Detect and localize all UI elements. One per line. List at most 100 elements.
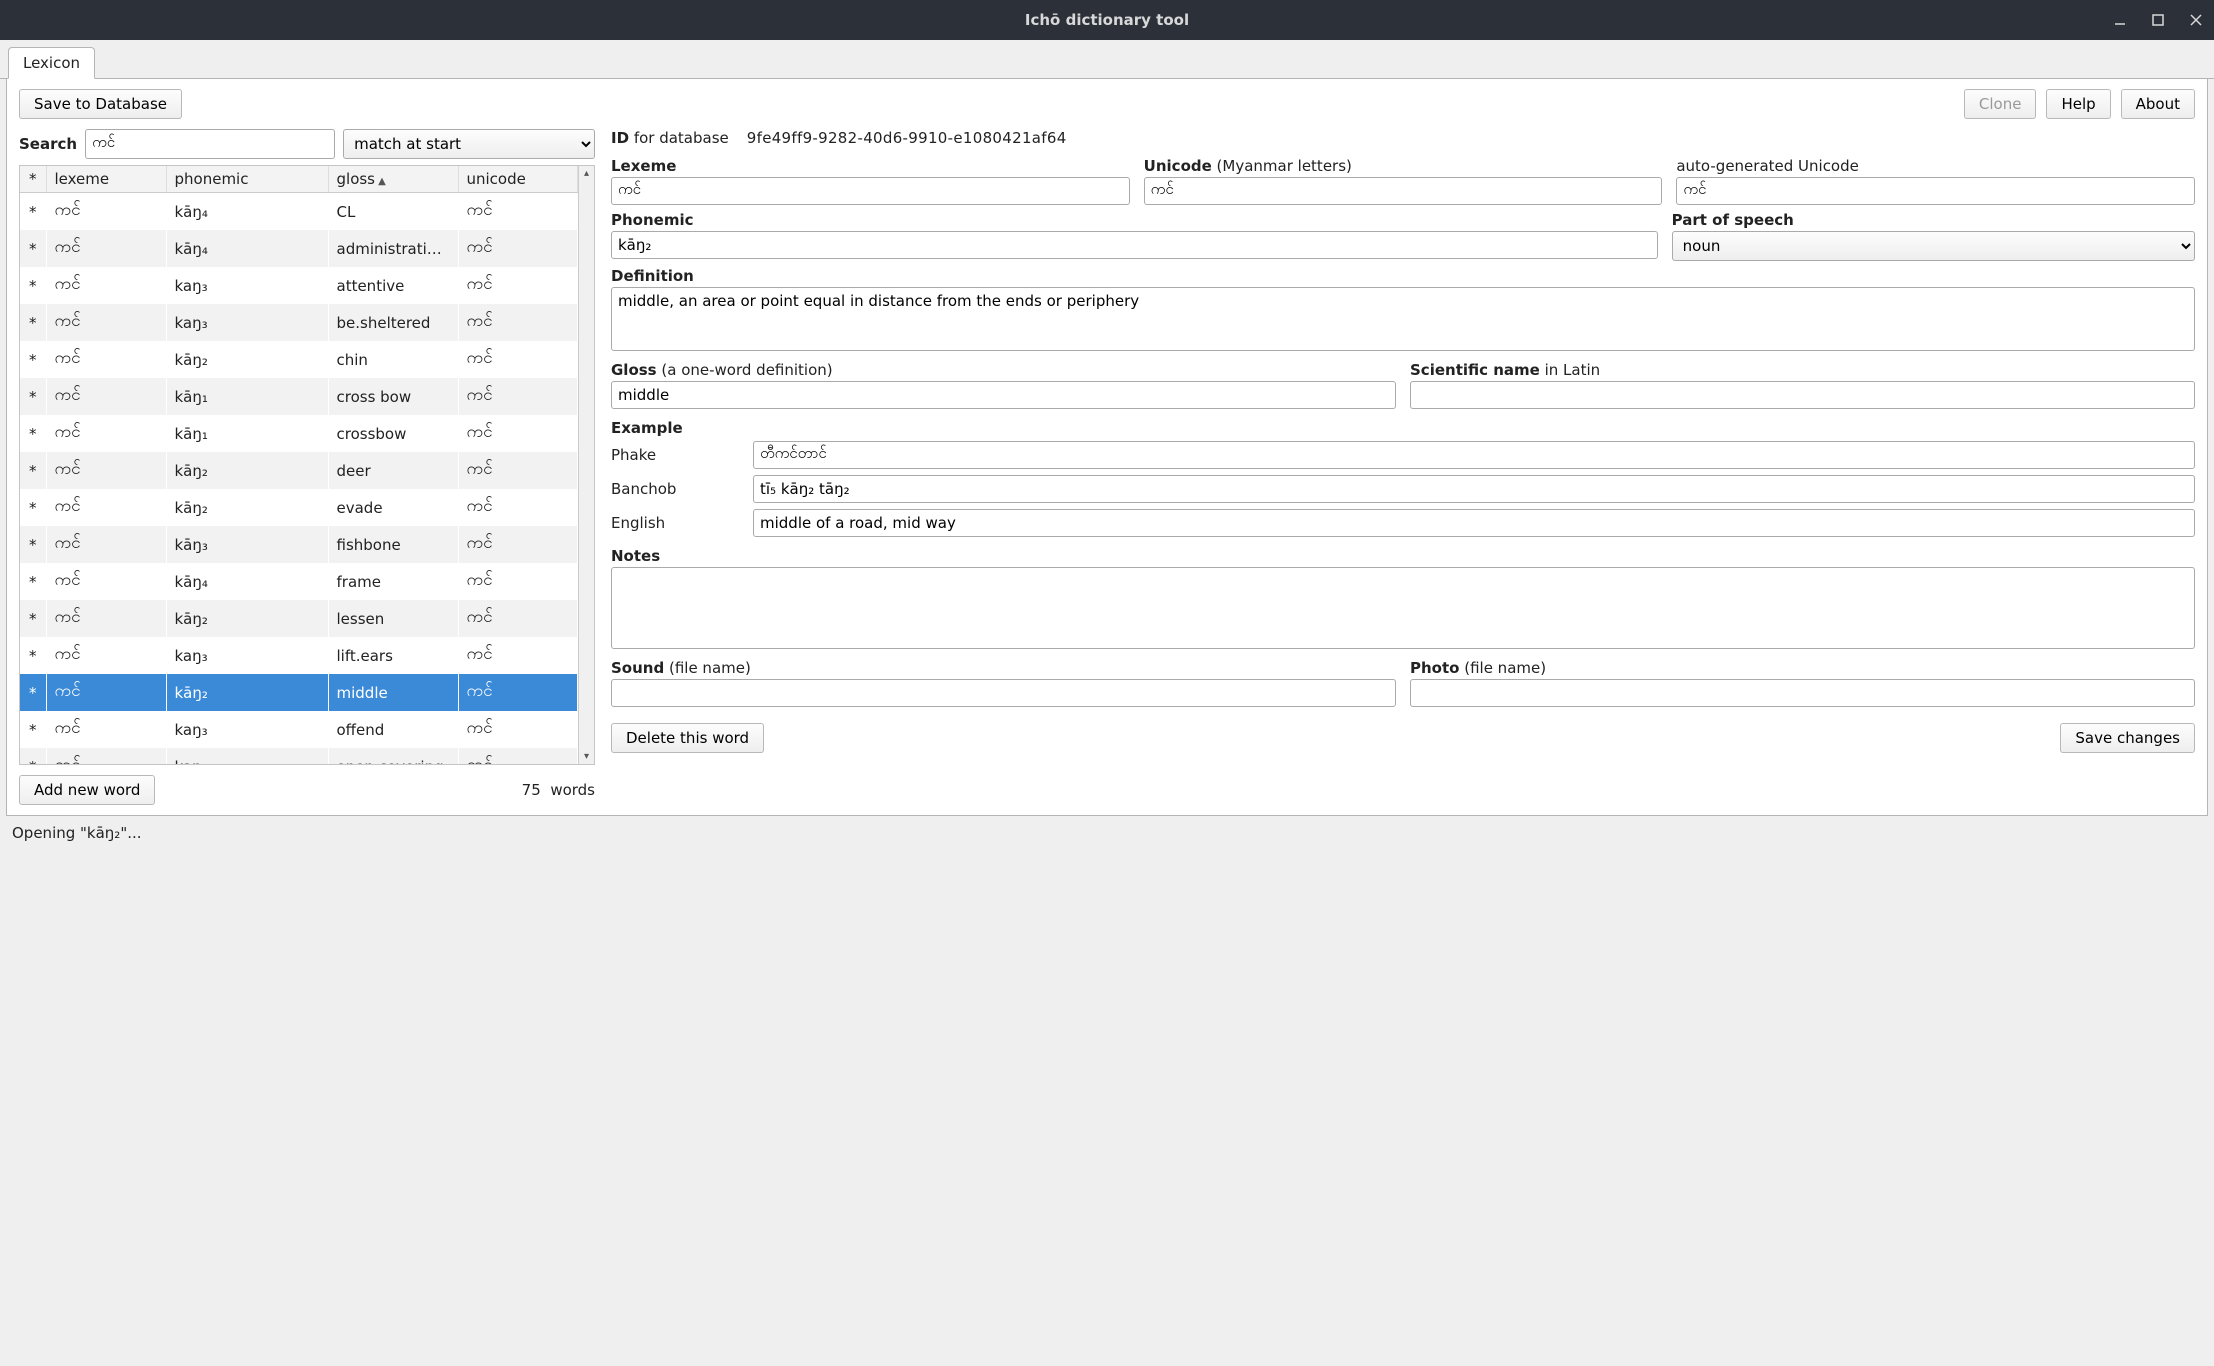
- table-row[interactable]: *ကင်kāŋ₁crossbowကင်: [20, 415, 578, 452]
- cell: ကင်: [46, 452, 166, 489]
- cell: *: [20, 600, 46, 637]
- table-row[interactable]: *ကင်kaŋ₃be.shelteredကင်: [20, 304, 578, 341]
- col-star[interactable]: *: [20, 166, 46, 193]
- minimize-icon[interactable]: [2112, 12, 2128, 28]
- sound-input[interactable]: [611, 679, 1396, 707]
- unicode-label: Unicode (Myanmar letters): [1144, 157, 1663, 175]
- cell: fishbone: [328, 526, 458, 563]
- close-icon[interactable]: [2188, 12, 2204, 28]
- table-row[interactable]: *ကင်kāŋ₃fishboneကင်: [20, 526, 578, 563]
- col-phonemic[interactable]: phonemic: [166, 166, 328, 193]
- table-header-row: * lexeme phonemic gloss unicode: [20, 166, 578, 193]
- results-table: * lexeme phonemic gloss unicode *ကင်kāŋ₄…: [19, 165, 595, 765]
- cell: kaŋ₃: [166, 711, 328, 748]
- col-unicode[interactable]: unicode: [458, 166, 578, 193]
- pos-select[interactable]: noun: [1672, 231, 2195, 261]
- sci-name-input[interactable]: [1410, 381, 2195, 409]
- cell: kāŋ₂: [166, 489, 328, 526]
- cell: *: [20, 341, 46, 378]
- match-mode-select[interactable]: match at start: [343, 129, 595, 159]
- cell: CL: [328, 193, 458, 231]
- table-row[interactable]: *ကင်kāŋ₄CLကင်: [20, 193, 578, 231]
- cell: administrativ…: [328, 230, 458, 267]
- cell: ကင်: [46, 193, 166, 231]
- cell: ကင်: [458, 415, 578, 452]
- content-panel: Save to Database Clone Help About Search…: [6, 78, 2208, 816]
- cell: *: [20, 563, 46, 600]
- cell: ကင်: [46, 600, 166, 637]
- cell: kāŋ₄: [166, 563, 328, 600]
- statusbar: Opening "kāŋ₂"...: [0, 816, 2214, 850]
- col-gloss[interactable]: gloss: [328, 166, 458, 193]
- example-label: Example: [611, 419, 2195, 437]
- delete-word-button[interactable]: Delete this word: [611, 723, 764, 753]
- window-title: Ichō dictionary tool: [1025, 11, 1189, 29]
- cell: ကင်: [46, 748, 166, 764]
- table-row[interactable]: *ကင်kaŋ₃attentiveကင်: [20, 267, 578, 304]
- cell: *: [20, 378, 46, 415]
- photo-input[interactable]: [1410, 679, 2195, 707]
- col-lexeme[interactable]: lexeme: [46, 166, 166, 193]
- about-button[interactable]: About: [2121, 89, 2195, 119]
- unicode-input[interactable]: [1144, 177, 1663, 205]
- table-row[interactable]: *ကင်kaŋ₃open.coveringကင်: [20, 748, 578, 764]
- cell: kaŋ₃: [166, 637, 328, 674]
- help-button[interactable]: Help: [2046, 89, 2110, 119]
- photo-label: Photo (file name): [1410, 659, 2195, 677]
- cell: deer: [328, 452, 458, 489]
- example-banchob-input[interactable]: [753, 475, 2195, 503]
- maximize-icon[interactable]: [2150, 12, 2166, 28]
- table-scrollbar[interactable]: ▴ ▾: [578, 166, 594, 764]
- cell: ကင်: [46, 341, 166, 378]
- example-phake-input[interactable]: [753, 441, 2195, 469]
- word-count: 75 words: [522, 781, 595, 799]
- table-row[interactable]: *ကင်kāŋ₂chinကင်: [20, 341, 578, 378]
- cell: *: [20, 304, 46, 341]
- cell: *: [20, 489, 46, 526]
- table-row[interactable]: *ကင်kāŋ₄frameကင်: [20, 563, 578, 600]
- cell: middle: [328, 674, 458, 711]
- clone-button[interactable]: Clone: [1964, 89, 2037, 119]
- table-row[interactable]: *ကင်kāŋ₂deerကင်: [20, 452, 578, 489]
- phonemic-input[interactable]: [611, 231, 1658, 259]
- example-banchob-label: Banchob: [611, 480, 741, 498]
- notes-label: Notes: [611, 547, 2195, 565]
- add-new-word-button[interactable]: Add new word: [19, 775, 155, 805]
- scroll-down-icon[interactable]: ▾: [582, 749, 591, 764]
- scroll-up-icon[interactable]: ▴: [582, 166, 591, 181]
- table-row[interactable]: *ကင်kāŋ₄administrativ…ကင်: [20, 230, 578, 267]
- search-input[interactable]: [85, 129, 335, 159]
- tab-lexicon[interactable]: Lexicon: [8, 47, 95, 79]
- cell: ကင်: [458, 341, 578, 378]
- autogen-label: auto-generated Unicode: [1676, 157, 2195, 175]
- gloss-input[interactable]: [611, 381, 1396, 409]
- table-row[interactable]: *ကင်kāŋ₂middleကင်: [20, 674, 578, 711]
- notes-input[interactable]: [611, 567, 2195, 649]
- cell: ကင်: [46, 563, 166, 600]
- cell: frame: [328, 563, 458, 600]
- cell: ကင်: [458, 193, 578, 231]
- window-controls: [2112, 0, 2204, 40]
- titlebar: Ichō dictionary tool: [0, 0, 2214, 40]
- table-row[interactable]: *ကင်kāŋ₂lessenကင်: [20, 600, 578, 637]
- tabs-bar: Lexicon: [0, 46, 2214, 79]
- save-to-database-button[interactable]: Save to Database: [19, 89, 182, 119]
- cell: ကင်: [458, 526, 578, 563]
- table-row[interactable]: *ကင်kāŋ₁cross bowကင်: [20, 378, 578, 415]
- search-label: Search: [19, 135, 77, 153]
- lexeme-input[interactable]: [611, 177, 1130, 205]
- cell: ကင်: [46, 378, 166, 415]
- cell: kāŋ₃: [166, 526, 328, 563]
- cell: ကင်: [458, 711, 578, 748]
- cell: ကင်: [458, 452, 578, 489]
- save-changes-button[interactable]: Save changes: [2060, 723, 2195, 753]
- phonemic-label: Phonemic: [611, 211, 1658, 229]
- cell: *: [20, 193, 46, 231]
- example-english-input[interactable]: [753, 509, 2195, 537]
- table-row[interactable]: *ကင်kaŋ₃offendကင်: [20, 711, 578, 748]
- table-row[interactable]: *ကင်kaŋ₃lift.earsကင်: [20, 637, 578, 674]
- definition-input[interactable]: middle, an area or point equal in distan…: [611, 287, 2195, 351]
- table-row[interactable]: *ကင်kāŋ₂evadeကင်: [20, 489, 578, 526]
- sound-label: Sound (file name): [611, 659, 1396, 677]
- autogen-unicode-input[interactable]: [1676, 177, 2195, 205]
